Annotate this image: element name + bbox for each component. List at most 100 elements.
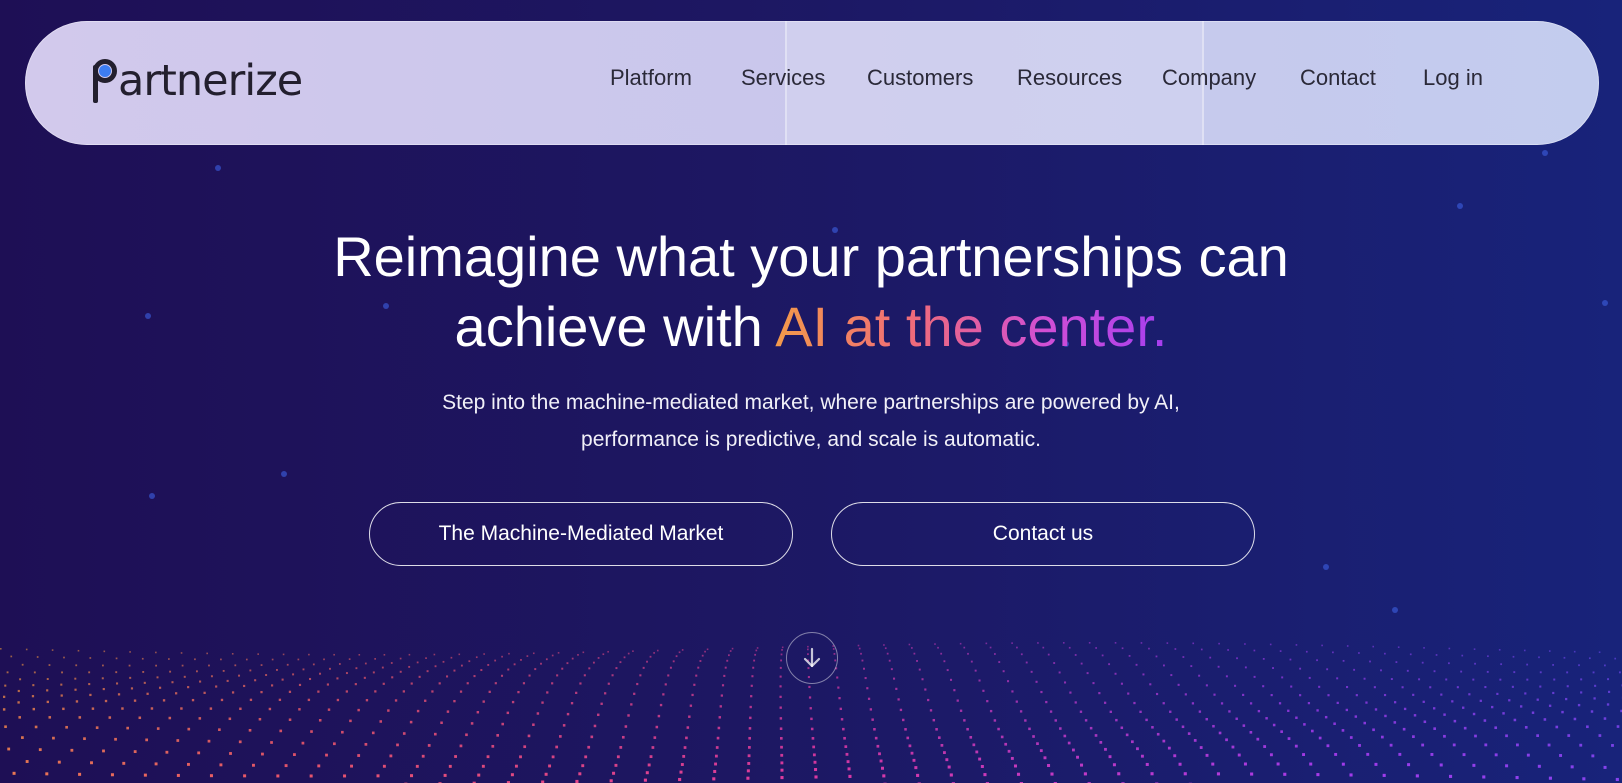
wave-dot (1109, 710, 1112, 714)
wave-dot (715, 746, 719, 749)
wave-dot (418, 675, 421, 678)
wave-dot (1103, 701, 1107, 704)
wave-dot (1452, 743, 1456, 747)
wave-dot (1611, 744, 1614, 747)
wave-dot (424, 699, 427, 702)
wave-dot (838, 697, 841, 700)
wave-dot (1461, 654, 1464, 657)
wave-dot (17, 689, 20, 693)
wave-dot (83, 737, 86, 741)
background-particle (1457, 203, 1463, 209)
wave-dot (1395, 661, 1398, 663)
wave-dot (1004, 742, 1008, 746)
wave-dot (195, 670, 198, 673)
wave-dot (243, 684, 246, 688)
wave-dot (1079, 710, 1083, 713)
wave-dot (1384, 714, 1387, 718)
wave-dot (532, 723, 535, 726)
wave-dot (624, 725, 628, 728)
wave-dot (257, 653, 259, 655)
nav-link-login[interactable]: Log in (1423, 65, 1483, 91)
wave-dot (935, 728, 938, 731)
wave-dot (1537, 764, 1541, 768)
wave-dot (1607, 678, 1610, 681)
wave-dot (895, 687, 898, 690)
nav-link-platform[interactable]: Platform (610, 65, 692, 91)
wave-dot (1553, 678, 1556, 681)
wave-dot (1127, 692, 1130, 695)
nav-link-customers[interactable]: Customers (867, 65, 973, 91)
nav-link-contact[interactable]: Contact (1300, 65, 1376, 91)
wave-dot (1242, 693, 1245, 696)
wave-dot (1383, 693, 1387, 697)
wave-dot (704, 650, 706, 653)
wave-dot (588, 667, 591, 670)
wave-dot (972, 743, 976, 747)
wave-dot (508, 652, 510, 655)
nav-link-services[interactable]: Services (741, 65, 825, 91)
main-nav: Platform Services Customers Resources Co… (25, 21, 1599, 145)
wave-dot (355, 667, 358, 670)
wave-dot (191, 698, 195, 702)
wave-dot (1269, 643, 1272, 646)
wave-dot (632, 650, 634, 652)
wave-dot (203, 691, 206, 694)
wave-dot (1513, 718, 1517, 722)
wave-dot (168, 716, 172, 720)
wave-dot (1547, 743, 1551, 747)
wave-dot (1618, 671, 1621, 674)
wave-dot (1443, 713, 1446, 716)
wave-dot (1326, 668, 1329, 671)
wave-dot (408, 653, 411, 656)
wave-dot (1281, 676, 1284, 679)
wave-dot (21, 736, 24, 739)
wave-dot (924, 688, 927, 691)
wave-dot (229, 752, 232, 755)
wave-dot (1136, 747, 1139, 751)
wave-dot (779, 675, 782, 678)
wave-dot (1162, 702, 1165, 705)
wave-dot (1024, 719, 1027, 722)
wave-dot (33, 671, 36, 674)
wave-dot (683, 746, 687, 749)
wave-dot (837, 686, 840, 689)
wave-dot (45, 772, 49, 776)
wave-dot (811, 737, 815, 740)
wave-dot (1092, 682, 1095, 685)
wave-dot (4, 725, 7, 729)
wave-dot (513, 663, 516, 666)
wave-dot (1303, 723, 1306, 726)
wave-dot (394, 699, 398, 702)
scroll-down-button[interactable] (786, 632, 838, 684)
wave-dot (494, 682, 497, 685)
wave-dot (379, 720, 383, 723)
wave-dot (57, 760, 61, 764)
wave-dot (363, 676, 366, 679)
wave-dot (1412, 693, 1415, 696)
wave-dot (978, 679, 981, 682)
wave-dot (141, 657, 144, 660)
wave-dot (1299, 667, 1302, 670)
wave-dot (1349, 773, 1353, 777)
wave-dot (1072, 748, 1075, 752)
wave-dot (89, 657, 92, 659)
wave-dot (1318, 736, 1322, 740)
wave-dot (298, 683, 302, 687)
nav-link-company[interactable]: Company (1162, 65, 1256, 91)
wave-dot (1305, 650, 1308, 653)
wave-dot (336, 677, 339, 680)
wave-dot (1439, 763, 1443, 767)
wave-dot (1231, 745, 1235, 749)
wave-dot (1135, 663, 1138, 666)
machine-mediated-market-button[interactable]: The Machine-Mediated Market (369, 502, 793, 566)
wave-dot (688, 715, 691, 718)
contact-us-button[interactable]: Contact us (831, 502, 1255, 566)
nav-link-resources[interactable]: Resources (1017, 65, 1122, 91)
wave-dot (1374, 708, 1378, 711)
wave-dot (18, 716, 21, 719)
wave-dot (897, 698, 900, 701)
wave-dot (155, 651, 157, 654)
wave-dot (747, 762, 751, 765)
wave-dot (1341, 729, 1345, 732)
wave-dot (1326, 744, 1330, 748)
